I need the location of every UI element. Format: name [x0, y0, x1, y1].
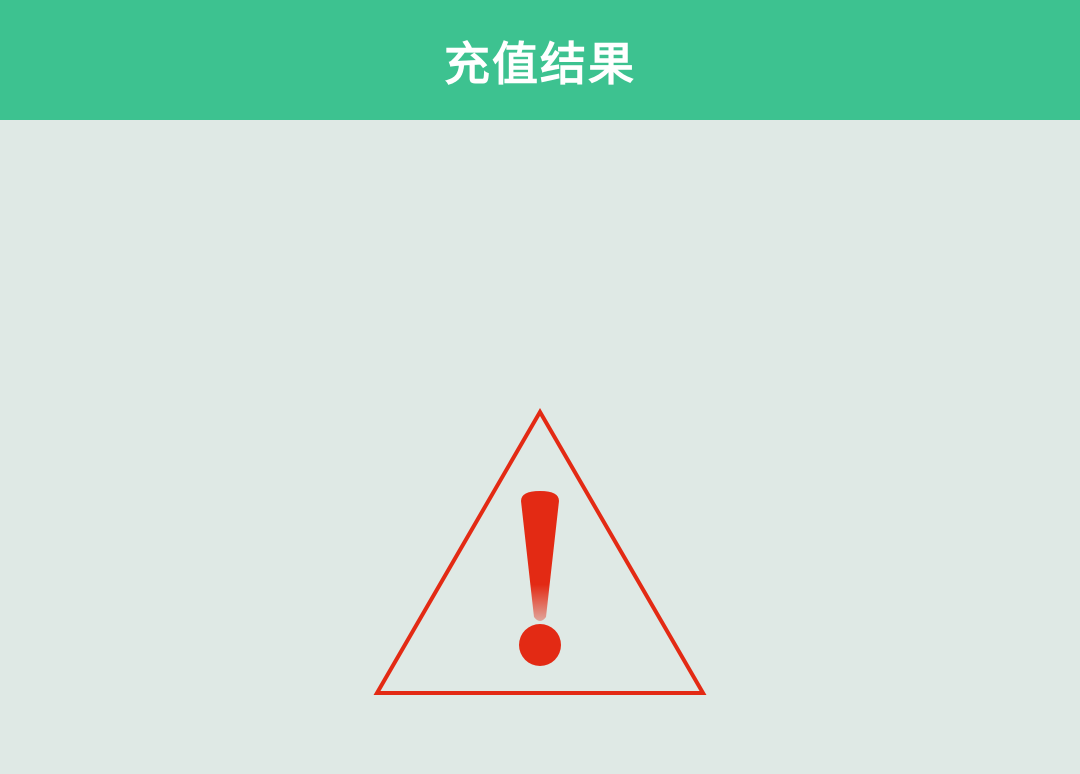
exclamation-stem	[521, 491, 559, 621]
result-content	[0, 120, 1080, 774]
page-header: 充值结果	[0, 0, 1080, 120]
exclamation-dot	[519, 624, 561, 666]
warning-icon	[373, 408, 707, 695]
page-title: 充值结果	[444, 37, 636, 91]
